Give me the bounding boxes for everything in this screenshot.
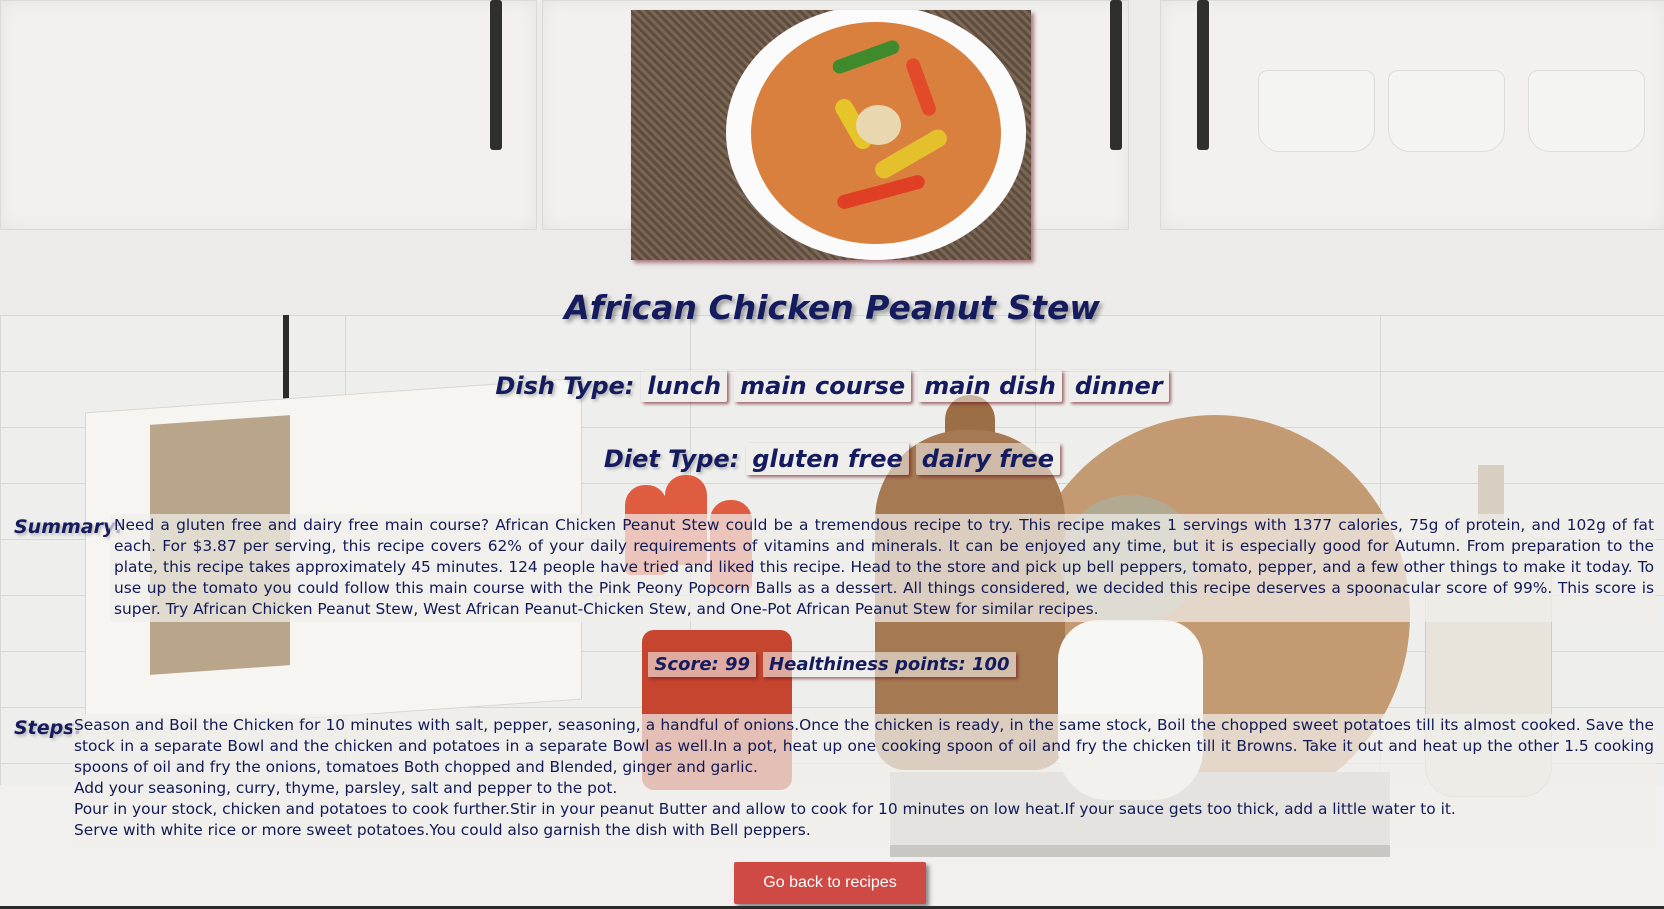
score-badge: Score: 99 [648,652,757,677]
cup [1258,70,1375,152]
dish-type-tag: lunch [641,370,728,402]
step-item: Add your seasoning, curry, thyme, parsle… [74,779,618,797]
summary-label: Summary: [14,516,123,538]
recipe-image [631,10,1031,260]
step-item: Season and Boil the Chicken for 10 minut… [74,716,1654,776]
dish-type-row: Dish Type: lunch main course main dish d… [0,370,1664,402]
cup [1388,70,1505,152]
diet-type-row: Diet Type: gluten free dairy free [0,443,1664,475]
diet-type-tag: gluten free [746,443,909,475]
cabinet-handle [1197,0,1209,150]
diet-type-label: Diet Type: [603,445,740,473]
dish-type-label: Dish Type: [495,372,635,400]
summary-text: Need a gluten free and dairy free main c… [110,514,1656,622]
cup [1528,70,1645,152]
dish-type-tag: main dish [918,370,1062,402]
recipe-title: African Chicken Peanut Stew [564,288,1100,327]
cabinet-handle [490,0,502,150]
cabinet-handle [1110,0,1122,150]
score-row: Score: 99 Healthiness points: 100 [0,652,1664,677]
cashews [856,105,901,145]
diet-type-tag: dairy free [915,443,1061,475]
step-item: Serve with white rice or more sweet pota… [74,821,811,839]
cabinet-door [0,0,537,230]
step-item: Pour in your stock, chicken and potatoes… [74,800,1456,818]
back-to-recipes-button[interactable]: Go back to recipes [734,862,926,904]
steps-list: Season and Boil the Chicken for 10 minut… [72,714,1656,845]
healthiness-badge: Healthiness points: 100 [763,652,1016,677]
dish-type-tag: dinner [1068,370,1169,402]
dish-type-tag: main course [734,370,912,402]
